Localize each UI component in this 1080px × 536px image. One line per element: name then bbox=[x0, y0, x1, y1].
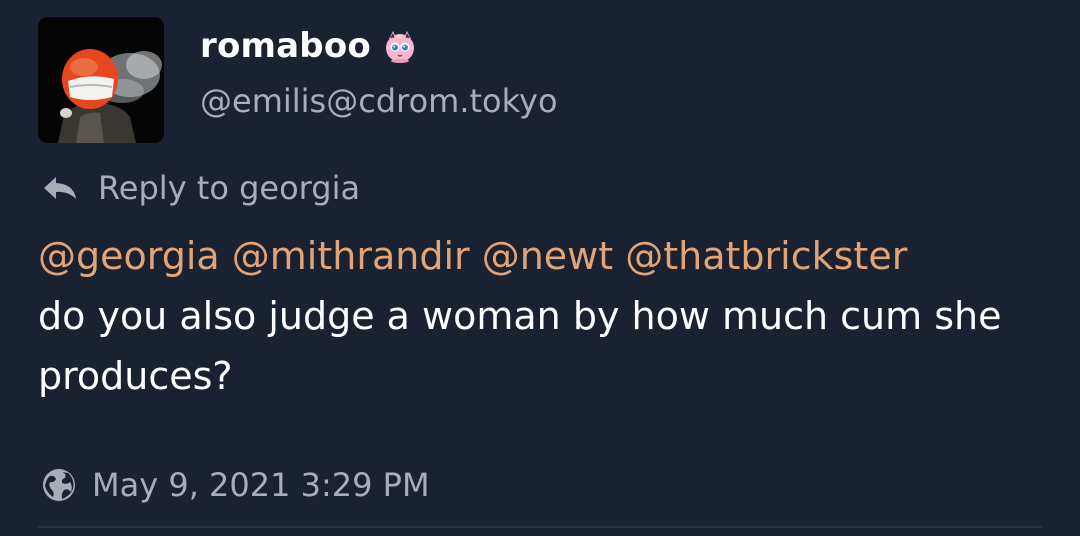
mention-newt[interactable]: @newt bbox=[482, 234, 613, 278]
avatar[interactable] bbox=[38, 17, 164, 143]
post-content: @georgia @mithrandir @newt @thatbrickste… bbox=[38, 226, 1048, 406]
mention-georgia[interactable]: @georgia bbox=[38, 234, 220, 278]
jigglypuff-emoji-icon bbox=[381, 27, 419, 65]
timestamp-row[interactable]: May 9, 2021 3:29 PM bbox=[40, 462, 430, 508]
avatar-helmet-person-icon bbox=[38, 17, 164, 143]
post-card: romaboo @emilis@cdrom.tokyo Reply to geo… bbox=[0, 0, 1080, 536]
globe-icon bbox=[40, 466, 78, 504]
reply-arrow-icon bbox=[40, 173, 80, 203]
reply-to-label: Reply to georgia bbox=[98, 169, 361, 207]
display-name[interactable]: romaboo bbox=[200, 26, 371, 66]
mention-mithrandir[interactable]: @mithrandir bbox=[232, 234, 470, 278]
divider bbox=[38, 526, 1042, 528]
account-handle[interactable]: @emilis@cdrom.tokyo bbox=[200, 82, 558, 120]
mention-thatbrickster[interactable]: @thatbrickster bbox=[625, 234, 907, 278]
mentions-line: @georgia @mithrandir @newt @thatbrickste… bbox=[38, 226, 1048, 286]
reply-to-link[interactable]: Reply to georgia bbox=[40, 166, 360, 210]
post-text: do you also judge a woman by how much cu… bbox=[38, 294, 1002, 398]
post-timestamp: May 9, 2021 3:29 PM bbox=[92, 466, 430, 504]
display-name-row: romaboo bbox=[200, 22, 419, 70]
